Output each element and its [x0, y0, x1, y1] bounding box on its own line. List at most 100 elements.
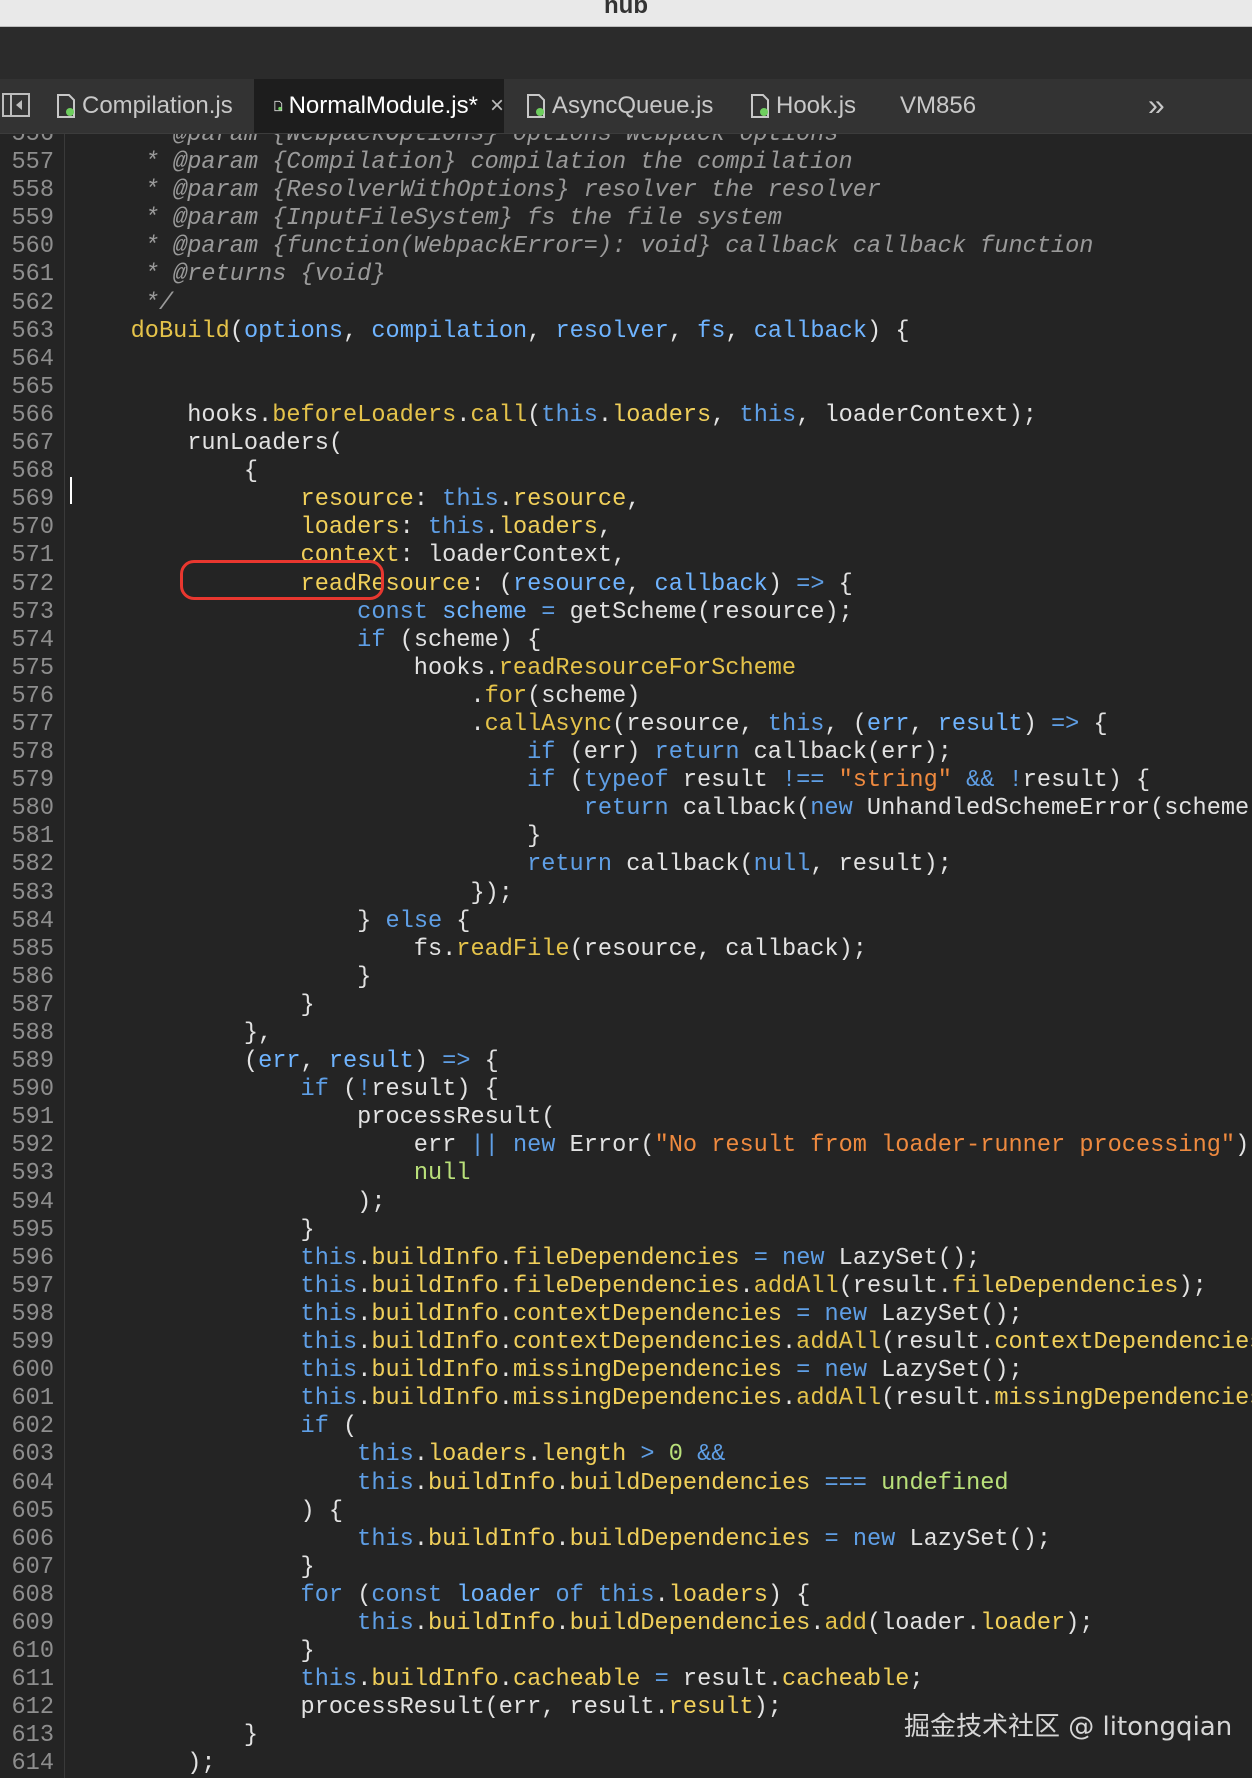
line-number[interactable]: 579	[0, 767, 74, 795]
tab-compilation-js[interactable]: Compilation.js	[56, 79, 233, 133]
code-token: result) {	[371, 1076, 499, 1104]
tab-hook-js[interactable]: Hook.js	[750, 79, 856, 133]
line-number[interactable]: 595	[0, 1217, 74, 1245]
code-token: .	[555, 1525, 570, 1553]
line-number[interactable]: 562	[0, 290, 74, 318]
line-number[interactable]: 574	[0, 627, 74, 655]
code-token: typeof	[583, 767, 669, 795]
line-number[interactable]: 614	[0, 1750, 74, 1778]
code-token: .	[555, 1469, 570, 1497]
code-token: addAll	[796, 1385, 882, 1413]
line-number[interactable]: 570	[0, 514, 74, 542]
line-number[interactable]: 580	[0, 795, 74, 823]
line-number[interactable]: 603	[0, 1441, 74, 1469]
line-number[interactable]: 598	[0, 1301, 74, 1329]
line-number[interactable]: 573	[0, 599, 74, 627]
line-number[interactable]: 566	[0, 402, 74, 430]
code-line: 606 this.buildInfo.buildDependencies = n…	[0, 1526, 1252, 1554]
line-number[interactable]: 608	[0, 1582, 74, 1610]
line-number[interactable]: 609	[0, 1610, 74, 1638]
code-token: !	[1008, 767, 1023, 795]
tab-normalmodule-js[interactable]: NormalModule.js* ×	[254, 79, 504, 133]
code-token: fileDependencies	[512, 1244, 740, 1272]
line-number[interactable]: 604	[0, 1470, 74, 1498]
line-number[interactable]: 567	[0, 430, 74, 458]
line-number[interactable]: 560	[0, 233, 74, 261]
line-number[interactable]: 612	[0, 1694, 74, 1722]
code-line: 579 if (typeof result !== "string" && !r…	[0, 767, 1252, 795]
line-number[interactable]: 572	[0, 571, 74, 599]
line-number[interactable]: 611	[0, 1666, 74, 1694]
line-number[interactable]: 581	[0, 823, 74, 851]
line-number[interactable]: 591	[0, 1104, 74, 1132]
tab-asyncqueue-js[interactable]: AsyncQueue.js	[526, 79, 713, 133]
line-number[interactable]: 556	[0, 134, 74, 149]
line-number[interactable]: 601	[0, 1385, 74, 1413]
line-number[interactable]: 583	[0, 880, 74, 908]
line-number[interactable]: 575	[0, 655, 74, 683]
line-number[interactable]: 594	[0, 1189, 74, 1217]
code-editor[interactable]: 556 * @param {WebpackOptions} options we…	[0, 134, 1252, 1778]
line-number[interactable]: 559	[0, 205, 74, 233]
line-number[interactable]: 597	[0, 1273, 74, 1301]
line-number[interactable]: 569	[0, 486, 74, 514]
line-number[interactable]: 593	[0, 1160, 74, 1188]
code-text: processResult(	[74, 1104, 555, 1131]
line-number[interactable]: 571	[0, 542, 74, 570]
line-number[interactable]: 606	[0, 1526, 74, 1554]
line-number[interactable]: 589	[0, 1048, 74, 1076]
line-number[interactable]: 596	[0, 1245, 74, 1273]
code-line: 564	[0, 346, 1252, 374]
code-text: .for(scheme)	[74, 683, 640, 710]
line-number[interactable]: 587	[0, 992, 74, 1020]
code-token: :	[399, 514, 428, 542]
line-number[interactable]: 600	[0, 1357, 74, 1385]
code-text: * @param {InputFileSystem} fs the file s…	[74, 205, 782, 232]
tab-overflow-icon[interactable]: »	[1148, 79, 1178, 133]
code-token: }	[74, 963, 372, 991]
code-text: if (err) return callback(err);	[74, 739, 952, 766]
line-number[interactable]: 565	[0, 374, 74, 402]
line-number[interactable]: 564	[0, 346, 74, 374]
line-number[interactable]: 582	[0, 851, 74, 879]
line-number[interactable]: 610	[0, 1638, 74, 1666]
line-number[interactable]: 584	[0, 908, 74, 936]
code-token: (	[527, 401, 542, 429]
code-token: hooks.	[74, 401, 273, 429]
code-line: 599 this.buildInfo.contextDependencies.a…	[0, 1329, 1252, 1357]
code-text: const scheme = getScheme(resource);	[74, 599, 853, 626]
code-token: new	[782, 1244, 825, 1272]
line-number[interactable]: 590	[0, 1076, 74, 1104]
code-token: missingDependencies	[512, 1357, 782, 1385]
line-number[interactable]: 602	[0, 1413, 74, 1441]
line-number[interactable]: 586	[0, 964, 74, 992]
line-number[interactable]: 563	[0, 318, 74, 346]
line-number[interactable]: 613	[0, 1722, 74, 1750]
code-token: ,	[711, 401, 740, 429]
code-token: .	[597, 401, 613, 429]
tab-vm856[interactable]: VM856	[900, 79, 976, 133]
toggle-navigator-icon[interactable]	[2, 93, 30, 117]
line-number[interactable]: 592	[0, 1132, 74, 1160]
line-number[interactable]: 568	[0, 458, 74, 486]
line-number[interactable]: 607	[0, 1554, 74, 1582]
code-token: .	[498, 1329, 513, 1357]
line-number[interactable]: 558	[0, 177, 74, 205]
line-number[interactable]: 578	[0, 739, 74, 767]
line-number[interactable]: 577	[0, 711, 74, 739]
code-token: .	[456, 401, 471, 429]
line-number[interactable]: 576	[0, 683, 74, 711]
close-tab-icon[interactable]: ×	[490, 92, 504, 120]
line-number[interactable]: 599	[0, 1329, 74, 1357]
code-text: this.buildInfo.missingDependencies = new…	[74, 1357, 1023, 1384]
code-token: undefined	[881, 1469, 1009, 1497]
line-number[interactable]: 605	[0, 1498, 74, 1526]
code-token: );	[1065, 1609, 1094, 1637]
code-line: 605 ) {	[0, 1498, 1252, 1526]
line-number[interactable]: 557	[0, 149, 74, 177]
line-number[interactable]: 588	[0, 1020, 74, 1048]
line-number[interactable]: 561	[0, 261, 74, 289]
line-number[interactable]: 585	[0, 936, 74, 964]
